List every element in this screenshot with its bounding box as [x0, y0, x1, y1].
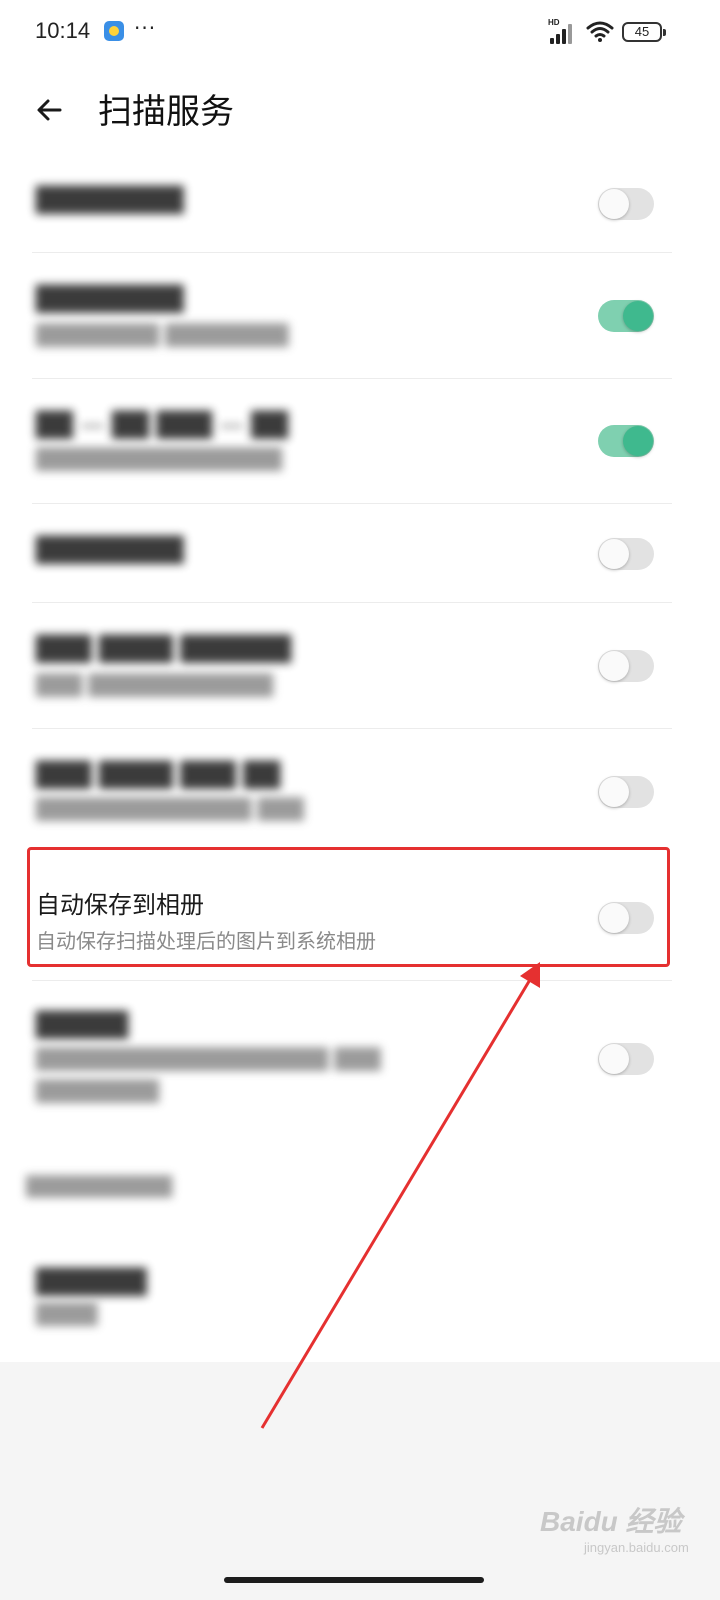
bottom-blank-area — [0, 1362, 720, 1600]
setting-row[interactable]: ████████ — [0, 504, 720, 602]
setting-title: ████████ — [36, 536, 184, 564]
setting-row[interactable]: ██ — ██ ███ — ██ ████████████████ — [0, 379, 720, 503]
setting-row[interactable]: █████ ███████████████████ ███ ████████ — [0, 981, 720, 1121]
setting-subtitle: ███████████████████ ███ — [36, 1047, 381, 1071]
setting-subtitle-line2: ████████ — [36, 1079, 160, 1103]
app-notification-icon — [104, 21, 124, 41]
setting-toggle[interactable] — [598, 776, 654, 808]
highlight-annotation-box — [27, 847, 670, 967]
setting-title: ██ — ██ ███ — ██ — [36, 411, 289, 439]
baidu-watermark-url: jingyan.baidu.com — [584, 1540, 689, 1555]
setting-toggle[interactable] — [598, 300, 654, 332]
status-bar: 10:14 ··· HD 45 — [0, 0, 720, 66]
baidu-watermark-logo: Baidu 经验 — [540, 1506, 682, 1537]
setting-toggle[interactable] — [598, 425, 654, 457]
more-notifications-icon: ··· — [134, 16, 157, 40]
setting-subtitle: ████████████████ — [36, 447, 283, 471]
setting-title: █████ — [36, 1011, 129, 1039]
default-setting-row[interactable]: ██████ ████ — [0, 1230, 720, 1360]
setting-row[interactable]: ███ ████ ███ ██ ██████████████ ███ — [0, 729, 720, 853]
setting-toggle[interactable] — [598, 538, 654, 570]
setting-toggle[interactable] — [598, 188, 654, 220]
battery-icon: 45 — [622, 22, 666, 42]
setting-title: ██████ — [36, 1268, 147, 1296]
setting-toggle[interactable] — [598, 1043, 654, 1075]
section-label: ██████████ — [26, 1176, 173, 1198]
setting-title: ███ ████ ██████ — [36, 635, 292, 663]
back-arrow-icon[interactable] — [30, 90, 70, 130]
setting-subtitle: ██████████████ ███ — [36, 797, 304, 821]
setting-row[interactable]: ███ ████ ██████ ███ ████████████ — [0, 603, 720, 728]
setting-title: ████████ — [36, 285, 184, 313]
setting-subtitle: ████ — [36, 1302, 98, 1326]
page-title: 扫描服务 — [98, 92, 234, 132]
setting-toggle[interactable] — [598, 650, 654, 682]
app-header: 扫描服务 — [0, 70, 720, 150]
setting-row[interactable]: ████████ ████████ ████████ — [0, 253, 720, 378]
setting-title: ███ ████ ███ ██ — [36, 761, 281, 789]
network-type-label: HD — [548, 18, 560, 27]
wifi-icon — [586, 21, 614, 42]
home-indicator[interactable] — [224, 1577, 484, 1583]
cellular-signal-icon: HD — [548, 18, 578, 44]
setting-subtitle: ███ ████████████ — [36, 673, 274, 697]
setting-row[interactable]: ████████ — [0, 170, 720, 252]
status-time: 10:14 — [35, 18, 91, 43]
setting-subtitle: ████████ ████████ — [36, 323, 289, 347]
setting-title: ████████ — [36, 186, 184, 214]
